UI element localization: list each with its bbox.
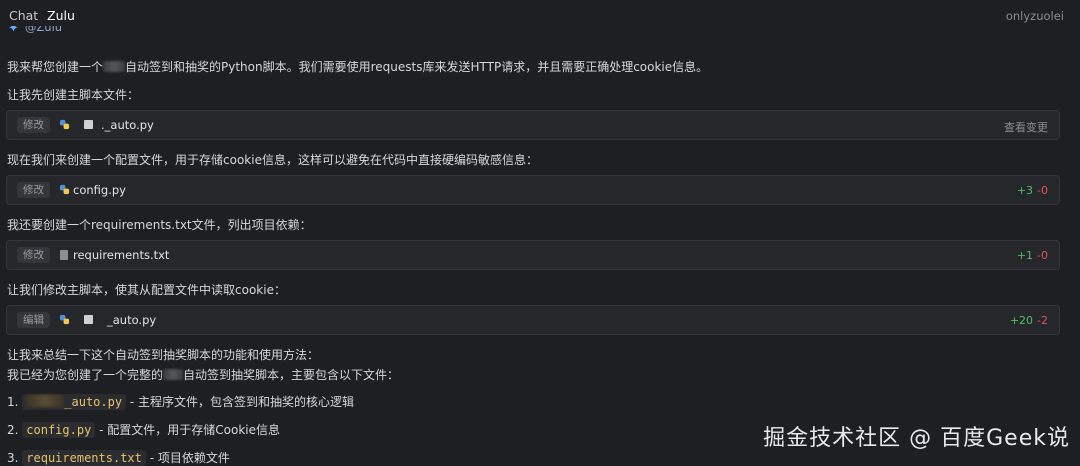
watermark: 掘金技术社区 @ 百度Geek说 [763,426,1070,451]
sparkle-icon: ✦ [8,26,19,36]
action-badge: 修改 [17,247,50,263]
file-name: requirements.txt [73,248,170,262]
list-number: 1. [7,395,19,409]
summary-message: 让我来总结一下这个自动签到抽奖脚本的功能和使用方法： [7,348,320,362]
file-icon [84,120,93,129]
list-item: 1. _auto.py - 主程序文件，包含签到和抽奖的核心逻辑 [7,393,354,410]
file-name: config.py [73,183,126,197]
python-icon [59,314,70,325]
code-file: config.py [22,422,96,438]
file-change-card[interactable]: 修改 ._auto.py 查看变更 [6,110,1060,140]
code-text: _auto.py [64,395,123,409]
summary-detail: 我已经为您创建了一个完整的 自动签到抽奖脚本，主要包含以下文件： [7,366,399,383]
list-number: 2. [7,423,19,437]
python-icon [59,184,70,195]
redacted-name [163,369,184,380]
python-icon [59,119,70,130]
create-config-message: 现在我们来创建一个配置文件，用于存储cookie信息，这样可以避免在代码中直接硬… [7,153,538,167]
create-requirements-message: 我还要创建一个requirements.txt文件，列出项目依赖： [7,218,312,232]
action-badge: 编辑 [17,312,50,328]
intro-text-post: 自动签到和抽奖的Python脚本。我们需要使用requests库来发送HTTP请… [125,60,709,74]
file-change-card[interactable]: 编辑 _auto.py +20 -2 [6,305,1060,335]
list-desc: - 主程序文件，包含签到和抽奖的核心逻辑 [126,395,355,409]
list-desc: - 项目依赖文件 [145,451,230,465]
view-changes-link[interactable]: 查看变更 [1004,119,1048,135]
lines-added: +20 [1009,314,1034,327]
lines-removed: -0 [1037,184,1048,197]
intro-message: 我来帮您创建一个 自动签到和抽奖的Python脚本。我们需要使用requests库… [7,58,708,75]
create-main-message: 让我先创建主脚本文件： [7,88,140,102]
modify-main-message: 让我们修改主脚本，使其从配置文件中读取cookie： [7,283,286,297]
diff-stats: +1 -0 [1017,249,1048,262]
redacted-prefix [26,395,65,407]
diff-stats: +20 -2 [1010,314,1048,327]
tab-chat[interactable]: Chat [9,8,38,23]
file-name: ._auto.py [101,118,154,132]
tab-zulu[interactable]: Zulu [47,8,75,23]
summary-text-post: 自动签到抽奖脚本，主要包含以下文件： [183,368,400,382]
redacted-name [103,61,126,72]
lines-added: +1 [1016,249,1034,262]
agent-name: @Zulu [24,26,63,34]
text-file-icon [60,250,68,260]
file-change-card[interactable]: 修改 requirements.txt +1 -0 [6,240,1060,270]
agent-header: ✦ @Zulu [8,26,62,40]
list-item: 3. requirements.txt - 项目依赖文件 [7,449,230,466]
lines-removed: -0 [1037,249,1048,262]
intro-text-pre: 我来帮您创建一个 [7,60,104,74]
code-file: _auto.py [22,394,127,410]
list-desc: - 配置文件，用于存储Cookie信息 [95,423,281,437]
diff-stats: +3 -0 [1017,184,1048,197]
summary-text-pre: 我已经为您创建了一个完整的 [7,368,164,382]
top-bar: Chat Zulu onlyzuolei [0,0,1080,30]
action-badge: 修改 [17,117,50,133]
file-icon [84,315,93,324]
lines-added: +3 [1016,184,1034,197]
lines-removed: -2 [1037,314,1048,327]
username: onlyzuolei [1005,9,1064,23]
action-badge: 修改 [17,182,50,198]
file-name: _auto.py [107,313,157,327]
list-number: 3. [7,451,19,465]
file-change-card[interactable]: 修改 config.py +3 -0 [6,175,1060,205]
list-item: 2. config.py - 配置文件，用于存储Cookie信息 [7,421,280,438]
